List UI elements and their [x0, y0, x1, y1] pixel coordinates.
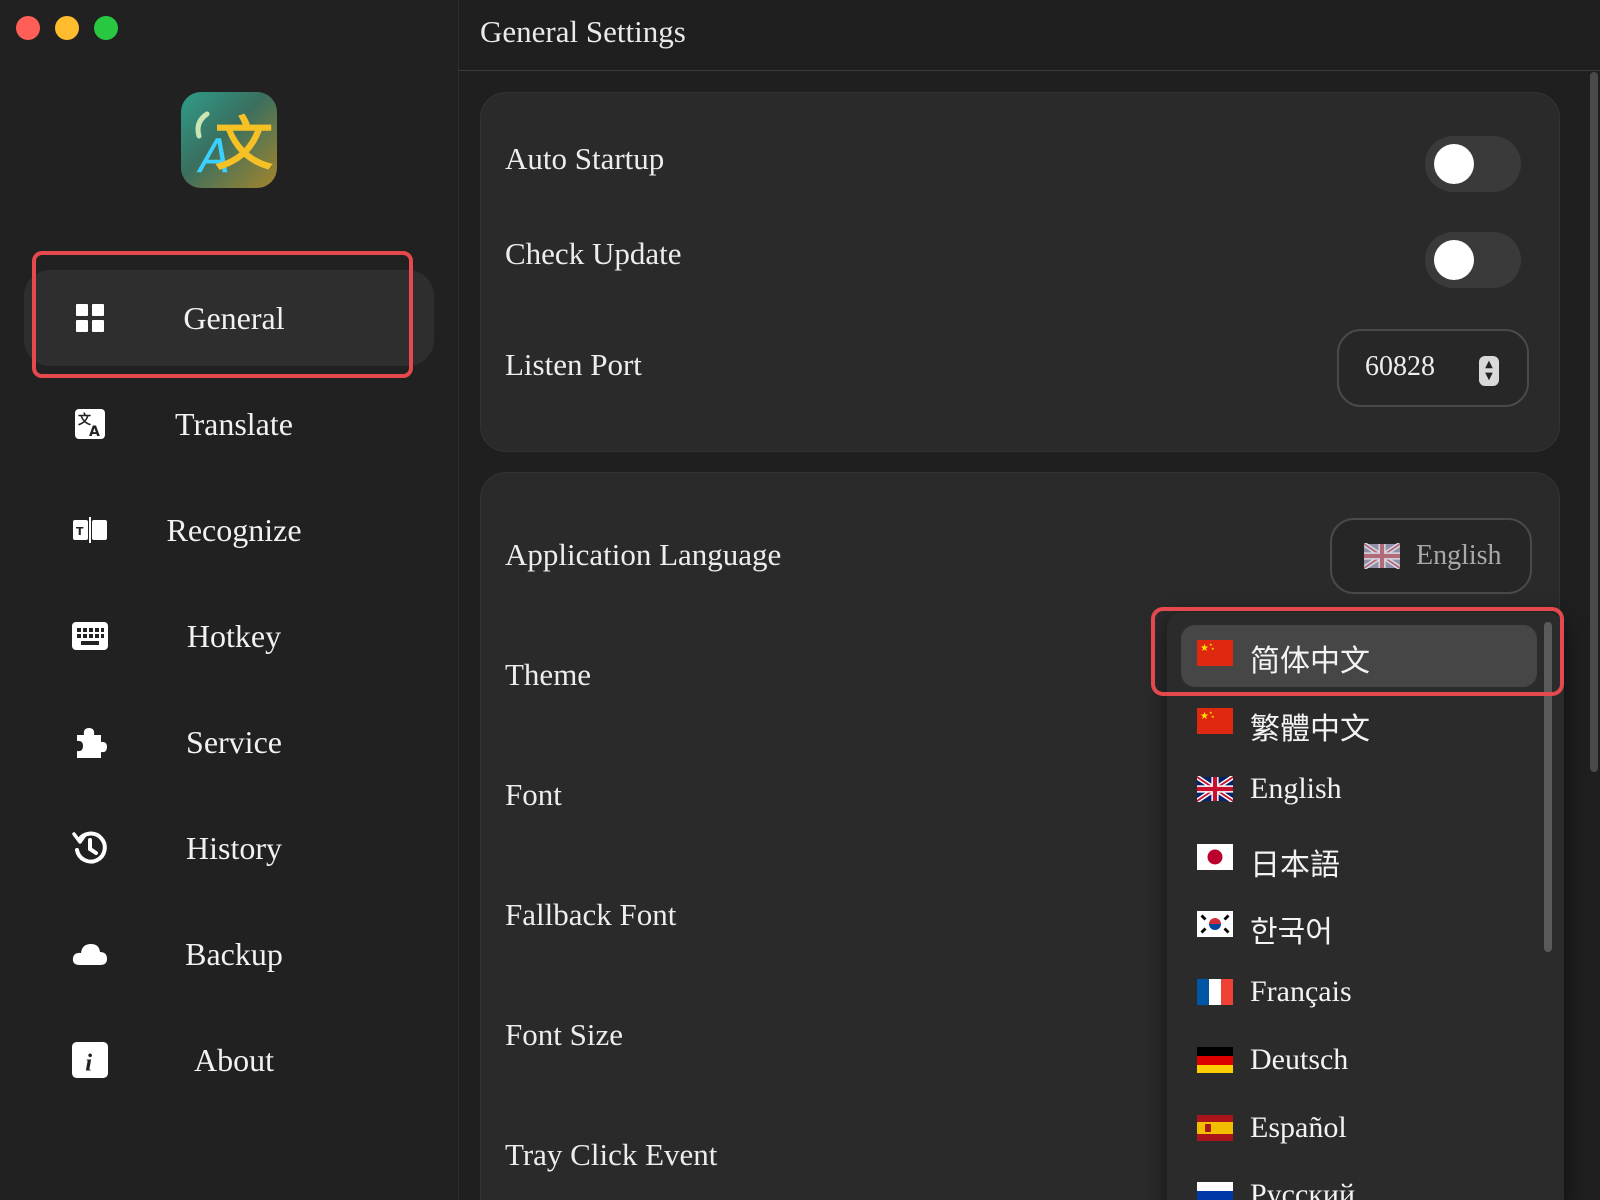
china-flag-icon: ★ ★ ★	[1197, 708, 1233, 739]
port-stepper[interactable]: ▲ ▼	[1479, 356, 1499, 386]
language-option-label: 한국어	[1250, 916, 1333, 949]
language-option-zh-tw[interactable]: ★ ★ ★ 繁體中文	[1181, 693, 1537, 755]
check-update-label: Check Update	[505, 236, 682, 271]
language-option-label: Français	[1250, 975, 1352, 1008]
language-dropdown-menu: ★ ★ ★ 简体中文 ★ ★ ★ 繁體中文 English 日本語 한국어 Fr…	[1167, 612, 1564, 1200]
svg-text:i: i	[85, 1049, 92, 1076]
language-option-ko[interactable]: 한국어	[1181, 896, 1537, 958]
font-label: Font	[505, 777, 562, 812]
window-controls	[16, 16, 118, 40]
app-language-value: English	[1416, 540, 1502, 571]
china-flag-icon: ★ ★ ★	[1197, 640, 1233, 671]
language-option-es[interactable]: Español	[1181, 1100, 1537, 1162]
startup-settings-card: Auto Startup Check Update Listen Port 60…	[480, 92, 1560, 452]
language-option-en[interactable]: English	[1181, 761, 1537, 823]
svg-text:文: 文	[215, 110, 273, 178]
listen-port-label: Listen Port	[505, 347, 642, 382]
language-option-zh-cn[interactable]: ★ ★ ★ 简体中文	[1181, 625, 1537, 687]
sidebar-item-label: Hotkey	[186, 617, 282, 654]
korea-flag-icon	[1197, 911, 1233, 942]
info-icon: i	[72, 1042, 108, 1078]
zoom-window-button[interactable]	[94, 16, 118, 40]
uk-flag-icon	[1195, 775, 1235, 807]
listen-port-value: 60828	[1365, 351, 1435, 382]
theme-label: Theme	[505, 657, 592, 692]
sidebar-item-history[interactable]: History	[24, 800, 434, 896]
chevron-down-icon[interactable]: ▼	[1485, 371, 1493, 383]
language-option-ja[interactable]: 日本語	[1181, 829, 1537, 891]
tray-click-event-label: Tray Click Event	[505, 1137, 718, 1172]
uk-flag-icon	[1362, 542, 1402, 574]
chevron-up-icon[interactable]: ▲	[1485, 359, 1493, 371]
auto-startup-label: Auto Startup	[505, 141, 665, 176]
close-window-button[interactable]	[16, 16, 40, 40]
svg-text:★: ★	[1211, 646, 1215, 651]
spain-flag-icon	[1197, 1115, 1233, 1146]
sidebar-item-backup[interactable]: Backup	[24, 906, 434, 1002]
sidebar-item-label: General	[183, 299, 285, 336]
history-icon	[72, 830, 108, 866]
title-bar: General Settings	[459, 0, 1600, 71]
auto-startup-toggle[interactable]	[1425, 136, 1521, 192]
toggle-knob	[1434, 240, 1474, 280]
japan-flag-icon	[1197, 844, 1233, 875]
svg-text:A: A	[89, 424, 100, 440]
app-window: A 文 General 文 A Translate T Recognize Ho…	[0, 0, 1600, 1200]
sidebar-item-hotkey[interactable]: Hotkey	[24, 588, 434, 684]
listen-port-input[interactable]: 60828 ▲ ▼	[1337, 329, 1529, 407]
minimize-window-button[interactable]	[55, 16, 79, 40]
check-update-toggle[interactable]	[1425, 232, 1521, 288]
sidebar-item-label: Translate	[175, 405, 293, 442]
russia-flag-icon	[1197, 1182, 1233, 1200]
svg-text:★: ★	[1200, 643, 1209, 654]
keyboard-icon	[72, 618, 108, 654]
sidebar-item-label: About	[194, 1041, 274, 1078]
svg-text:★: ★	[1211, 714, 1215, 719]
sidebar-item-label: Recognize	[166, 511, 302, 548]
language-option-label: English	[1250, 772, 1342, 805]
sidebar-item-general[interactable]: General	[24, 270, 434, 366]
app-language-label: Application Language	[505, 537, 782, 572]
sidebar-item-service[interactable]: Service	[24, 694, 434, 790]
language-option-de[interactable]: Deutsch	[1181, 1032, 1537, 1094]
sidebar-item-translate[interactable]: 文 A Translate	[24, 376, 434, 472]
language-option-fr[interactable]: Français	[1181, 964, 1537, 1026]
germany-flag-icon	[1197, 1047, 1233, 1078]
sidebar-item-label: Backup	[185, 935, 283, 972]
sidebar-item-label: Service	[186, 723, 282, 760]
language-option-ru[interactable]: Русский	[1181, 1167, 1537, 1200]
toggle-knob	[1434, 144, 1474, 184]
fallback-font-label: Fallback Font	[505, 897, 677, 932]
app-language-select[interactable]: English	[1330, 518, 1532, 594]
sidebar-item-about[interactable]: i About	[24, 1012, 434, 1108]
main-scrollbar[interactable]	[1590, 72, 1598, 772]
recognize-icon: T	[72, 512, 108, 548]
page-title: General Settings	[480, 14, 686, 49]
language-option-label: 简体中文	[1250, 645, 1370, 678]
svg-text:T: T	[76, 525, 84, 538]
svg-text:★: ★	[1200, 711, 1209, 722]
sidebar-item-label: History	[186, 829, 282, 866]
sidebar: A 文 General 文 A Translate T Recognize Ho…	[0, 0, 459, 1200]
font-size-label: Font Size	[505, 1017, 623, 1052]
language-option-label: Deutsch	[1250, 1043, 1349, 1076]
language-option-label: 繁體中文	[1250, 713, 1370, 746]
language-option-label: Español	[1250, 1111, 1347, 1144]
dropdown-scrollbar[interactable]	[1544, 622, 1552, 952]
sidebar-item-recognize[interactable]: T Recognize	[24, 482, 434, 578]
grid-icon	[72, 300, 108, 336]
translate-icon: 文 A	[72, 406, 108, 442]
puzzle-icon	[72, 724, 108, 760]
translate-logo-icon: A 文	[181, 92, 277, 188]
language-option-label: 日本語	[1250, 849, 1340, 882]
france-flag-icon	[1197, 979, 1233, 1010]
language-option-label: Русский	[1250, 1178, 1355, 1200]
cloud-icon	[72, 936, 108, 972]
